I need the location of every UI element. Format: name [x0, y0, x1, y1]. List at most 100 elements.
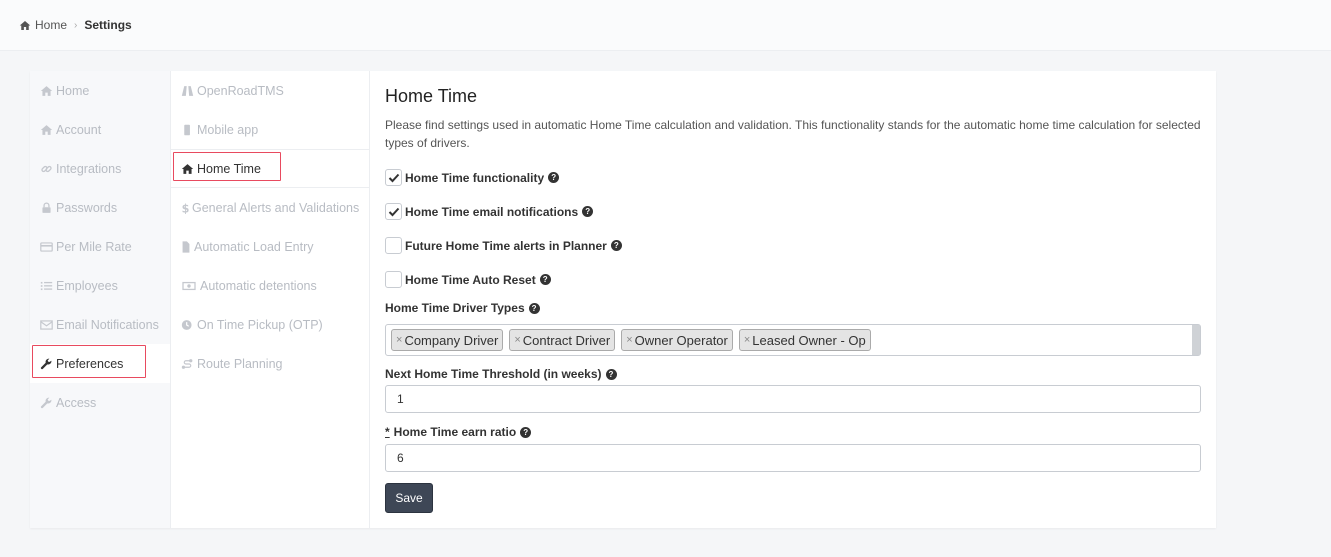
question-circle-icon[interactable]: ?: [520, 426, 532, 438]
nav-item-label: Employees: [56, 278, 118, 293]
nav-item-label: Home Time: [197, 161, 261, 176]
nav-item-label: Email Notifications: [56, 317, 159, 332]
check-icon: [388, 173, 399, 182]
home-icon: [40, 85, 53, 97]
nav-item-label: Passwords: [56, 200, 118, 215]
page-description: Please find settings used in automatic H…: [385, 118, 1201, 150]
home-icon: [19, 20, 31, 31]
breadcrumb: Home › Settings: [0, 0, 1331, 51]
save-button[interactable]: Save: [385, 483, 433, 513]
earn-ratio-input[interactable]: [385, 444, 1201, 472]
earn-ratio-label: * Home Time earn ratio ?: [385, 425, 532, 439]
nav-item-label: General Alerts and Validations: [192, 200, 360, 215]
nav-item-automatic-load-entry[interactable]: Automatic Load Entry: [171, 227, 369, 266]
nav-item-account[interactable]: Account: [30, 110, 170, 149]
svg-text:$: $: [182, 202, 189, 214]
checkbox-unchecked[interactable]: [385, 237, 402, 254]
credit-card-icon: [40, 241, 53, 253]
envelope-icon: [40, 319, 53, 331]
nav-item-label: OpenRoadTMS: [197, 83, 284, 98]
nav-item-home-time[interactable]: Home Time: [171, 149, 369, 188]
clock-icon: [181, 319, 194, 331]
breadcrumb-current: Settings: [84, 18, 132, 32]
mobile-icon: [181, 124, 194, 136]
remove-tag-icon[interactable]: ×: [514, 334, 520, 346]
multiselect-scrollbar[interactable]: [1192, 325, 1200, 355]
nav-item-mobile-app[interactable]: Mobile app: [171, 110, 369, 149]
primary-settings-nav: Home Account Integrations Passwords Per …: [30, 71, 170, 528]
tag-label: Contract Driver: [522, 332, 611, 348]
tag-leased-owner-op: × Leased Owner - Op: [738, 329, 871, 351]
checkbox-label: Home Time functionality: [405, 170, 545, 185]
remove-tag-icon[interactable]: ×: [744, 334, 750, 346]
checkbox-label: Home Time Auto Reset: [405, 272, 536, 287]
remove-tag-icon[interactable]: ×: [396, 334, 402, 346]
nav-item-employees[interactable]: Employees: [30, 266, 170, 305]
nav-item-label: Per Mile Rate: [56, 239, 132, 254]
remove-tag-icon[interactable]: ×: [626, 334, 632, 346]
home-icon: [181, 163, 194, 175]
question-circle-icon[interactable]: ?: [539, 274, 551, 285]
chevron-right-icon: ›: [74, 19, 78, 31]
nav-item-label: Preferences: [56, 356, 124, 371]
nav-item-label: Automatic detentions: [200, 278, 317, 293]
question-circle-icon[interactable]: ?: [605, 368, 617, 380]
checkbox-checked[interactable]: [385, 169, 402, 186]
tag-label: Company Driver: [404, 332, 499, 348]
wrench-icon: [40, 358, 53, 370]
nav-item-label: Integrations: [56, 161, 122, 176]
nav-item-label: On Time Pickup (OTP): [197, 317, 323, 332]
file-icon: [181, 240, 191, 253]
home-icon: [40, 124, 53, 136]
question-circle-icon[interactable]: ?: [548, 172, 560, 183]
checkbox-checked[interactable]: [385, 203, 402, 220]
field-label-text: Next Home Time Threshold (in weeks): [385, 367, 602, 381]
lock-icon: [40, 201, 53, 214]
road-icon: [181, 85, 194, 97]
nav-item-passwords[interactable]: Passwords: [30, 188, 170, 227]
tag-label: Owner Operator: [634, 332, 728, 348]
nav-item-label: Home: [56, 83, 90, 98]
field-label-text: Home Time Driver Types: [385, 301, 525, 315]
home-time-auto-reset-checkbox[interactable]: Home Time Auto Reset ?: [385, 271, 551, 288]
money-icon: [181, 280, 197, 292]
breadcrumb-home-link[interactable]: Home: [35, 18, 67, 32]
question-circle-icon[interactable]: ?: [528, 302, 540, 314]
list-icon: [40, 280, 53, 292]
question-circle-icon[interactable]: ?: [610, 240, 622, 251]
nav-item-general-alerts[interactable]: $ General Alerts and Validations: [171, 188, 369, 227]
nav-item-openroadtms[interactable]: OpenRoadTMS: [171, 71, 369, 110]
nav-item-integrations[interactable]: Integrations: [30, 149, 170, 188]
field-label-text: Home Time earn ratio: [393, 425, 517, 439]
home-time-settings: Home Time Please find settings used in a…: [385, 71, 1201, 528]
route-icon: [181, 358, 194, 370]
nav-item-label: Route Planning: [197, 356, 283, 371]
threshold-input[interactable]: [385, 385, 1201, 413]
driver-types-multiselect[interactable]: × Company Driver × Contract Driver × Own…: [385, 324, 1201, 356]
nav-item-label: Automatic Load Entry: [194, 239, 314, 254]
dollar-icon: $: [181, 202, 189, 214]
nav-item-access[interactable]: Access: [30, 383, 170, 422]
nav-item-email-notifications[interactable]: Email Notifications: [30, 305, 170, 344]
required-marker: *: [385, 425, 390, 439]
nav-item-on-time-pickup[interactable]: On Time Pickup (OTP): [171, 305, 369, 344]
link-icon: [40, 163, 53, 175]
future-home-time-alerts-checkbox[interactable]: Future Home Time alerts in Planner ?: [385, 237, 622, 254]
driver-types-label: Home Time Driver Types ?: [385, 301, 540, 315]
nav-item-preferences[interactable]: Preferences: [30, 344, 170, 383]
tag-company-driver: × Company Driver: [391, 329, 504, 351]
nav-item-label: Account: [56, 122, 102, 137]
tag-owner-operator: × Owner Operator: [621, 329, 733, 351]
nav-item-automatic-detentions[interactable]: Automatic detentions: [171, 266, 369, 305]
nav-item-home[interactable]: Home: [30, 71, 170, 110]
question-circle-icon[interactable]: ?: [582, 206, 594, 217]
home-time-email-notifications-checkbox[interactable]: Home Time email notifications ?: [385, 203, 594, 220]
nav-item-route-planning[interactable]: Route Planning: [171, 344, 369, 383]
tag-label: Leased Owner - Op: [752, 332, 866, 348]
checkbox-unchecked[interactable]: [385, 271, 402, 288]
secondary-settings-nav: OpenRoadTMS Mobile app Home Time $ Gener…: [170, 71, 370, 528]
page-title: Home Time: [385, 86, 478, 106]
wrench-icon: [40, 397, 53, 409]
nav-item-per-mile-rate[interactable]: Per Mile Rate: [30, 227, 170, 266]
home-time-functionality-checkbox[interactable]: Home Time functionality ?: [385, 169, 560, 186]
